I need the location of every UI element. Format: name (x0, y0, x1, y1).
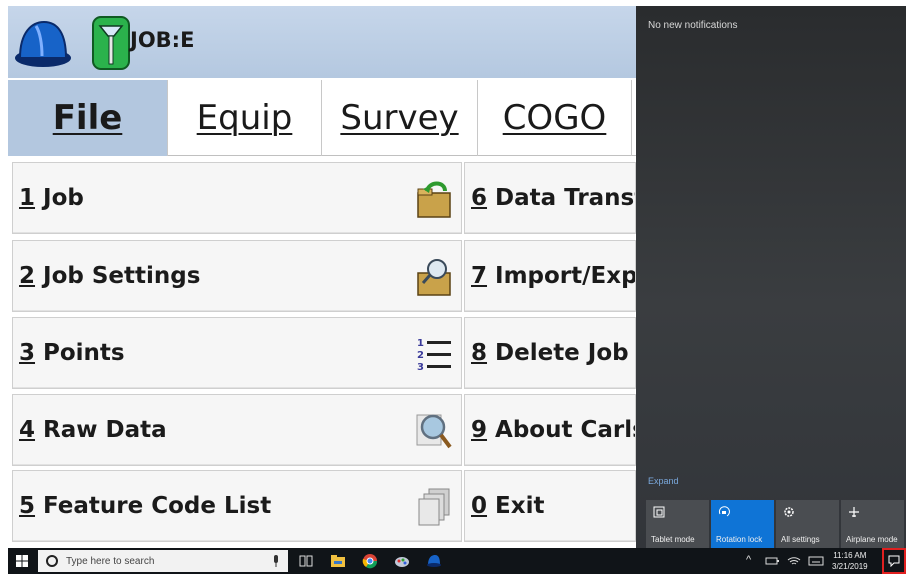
menu-number: 4 (19, 417, 36, 443)
tile-label: Airplane mode (846, 535, 898, 544)
tablet-mode-icon (653, 506, 665, 518)
menu-number: 5 (19, 493, 36, 519)
chrome-icon[interactable] (362, 553, 378, 569)
folder-settings-icon (417, 259, 451, 296)
menu-label: Job Settings (43, 263, 201, 289)
job-settings-button[interactable]: 2 Job Settings (12, 240, 462, 312)
clock-time: 11:16 AM (833, 551, 867, 560)
svg-text:2: 2 (417, 350, 424, 361)
data-transfer-button[interactable]: 6 Data Transfe (464, 162, 636, 234)
airplane-mode-tile[interactable]: Airplane mode (841, 500, 904, 548)
survey-rod-icon[interactable] (92, 16, 130, 70)
menu-number: 7 (471, 263, 488, 289)
tile-label: Rotation lock (716, 535, 763, 544)
open-folder-icon (417, 181, 451, 218)
settings-gear-icon (784, 507, 794, 517)
numbered-list-icon: 1 2 3 (417, 338, 451, 373)
menu-label: Delete Job (495, 340, 629, 366)
feature-code-list-button[interactable]: 5 Feature Code List (12, 470, 462, 542)
menu-label: Job (43, 185, 84, 211)
delete-job-button[interactable]: 8 Delete Job (464, 317, 636, 389)
rotation-lock-icon (718, 506, 730, 517)
menu-label: About Carlso (495, 417, 635, 443)
airplane-icon (849, 507, 859, 517)
svg-text:1: 1 (417, 338, 424, 349)
taskbar-clock[interactable]: 11:16 AM 3/21/2019 (832, 550, 868, 572)
menu-number: 1 (19, 185, 36, 211)
notification-icon (888, 555, 900, 567)
exit-button[interactable]: 0 Exit (464, 470, 636, 542)
file-explorer-icon[interactable] (330, 553, 346, 569)
menu-label: Feature Code List (43, 493, 272, 519)
menu-label: Data Transfe (495, 185, 635, 211)
job-button[interactable]: 1 Job (12, 162, 462, 234)
import-export-button[interactable]: 7 Import/Expo (464, 240, 636, 312)
battery-icon[interactable] (764, 553, 780, 569)
tile-label: All settings (781, 535, 820, 544)
menu-label: Points (43, 340, 125, 366)
clock-date: 3/21/2019 (832, 562, 868, 571)
action-center-panel: No new notifications Expand Tablet mode … (636, 6, 906, 548)
magnifier-icon (416, 414, 452, 449)
show-hidden-icons-chevron-icon[interactable]: ^ (746, 554, 751, 566)
paint-app-icon[interactable] (394, 553, 410, 569)
tablet-mode-tile[interactable]: Tablet mode (646, 500, 709, 548)
carlson-app-icon[interactable] (426, 553, 442, 569)
hard-hat-icon[interactable] (14, 18, 72, 70)
svg-text:3: 3 (417, 362, 424, 373)
microphone-icon[interactable] (272, 555, 280, 567)
windows-taskbar: Type here to search ^ 11:16 AM 3/21/2019 (8, 548, 906, 574)
menu-number: 0 (471, 493, 488, 519)
tile-label: Tablet mode (651, 535, 695, 544)
wifi-icon[interactable] (786, 553, 802, 569)
menu-label: Import/Expo (495, 263, 636, 289)
no-notifications-text: No new notifications (648, 20, 738, 31)
about-button[interactable]: 9 About Carlso (464, 394, 636, 466)
rotation-lock-tile[interactable]: Rotation lock (711, 500, 774, 548)
main-tabs: File Equip Survey COGO (8, 80, 636, 156)
taskbar-search[interactable]: Type here to search (38, 550, 288, 572)
tab-file[interactable]: File (8, 80, 168, 156)
windows-start-icon[interactable] (16, 555, 28, 567)
cortana-icon (46, 555, 58, 567)
raw-data-button[interactable]: 4 Raw Data (12, 394, 462, 466)
all-settings-tile[interactable]: All settings (776, 500, 839, 548)
keyboard-icon[interactable] (808, 553, 824, 569)
menu-number: 8 (471, 340, 488, 366)
tab-survey[interactable]: Survey (322, 80, 478, 156)
stacked-pages-icon (418, 488, 450, 526)
expand-link[interactable]: Expand (648, 476, 679, 486)
search-placeholder: Type here to search (66, 555, 155, 567)
app-header: JOB:E (8, 6, 636, 78)
menu-number: 9 (471, 417, 488, 443)
task-view-icon[interactable] (298, 553, 314, 569)
menu-number: 3 (19, 340, 36, 366)
menu-label: Raw Data (43, 417, 167, 443)
tab-equip[interactable]: Equip (168, 80, 322, 156)
job-name-label: JOB:E (130, 28, 195, 52)
menu-number: 6 (471, 185, 488, 211)
action-center-button[interactable] (882, 548, 906, 574)
menu-label: Exit (495, 493, 545, 519)
points-button[interactable]: 3 Points 1 2 3 (12, 317, 462, 389)
menu-number: 2 (19, 263, 36, 289)
tab-cogo[interactable]: COGO (478, 80, 632, 156)
